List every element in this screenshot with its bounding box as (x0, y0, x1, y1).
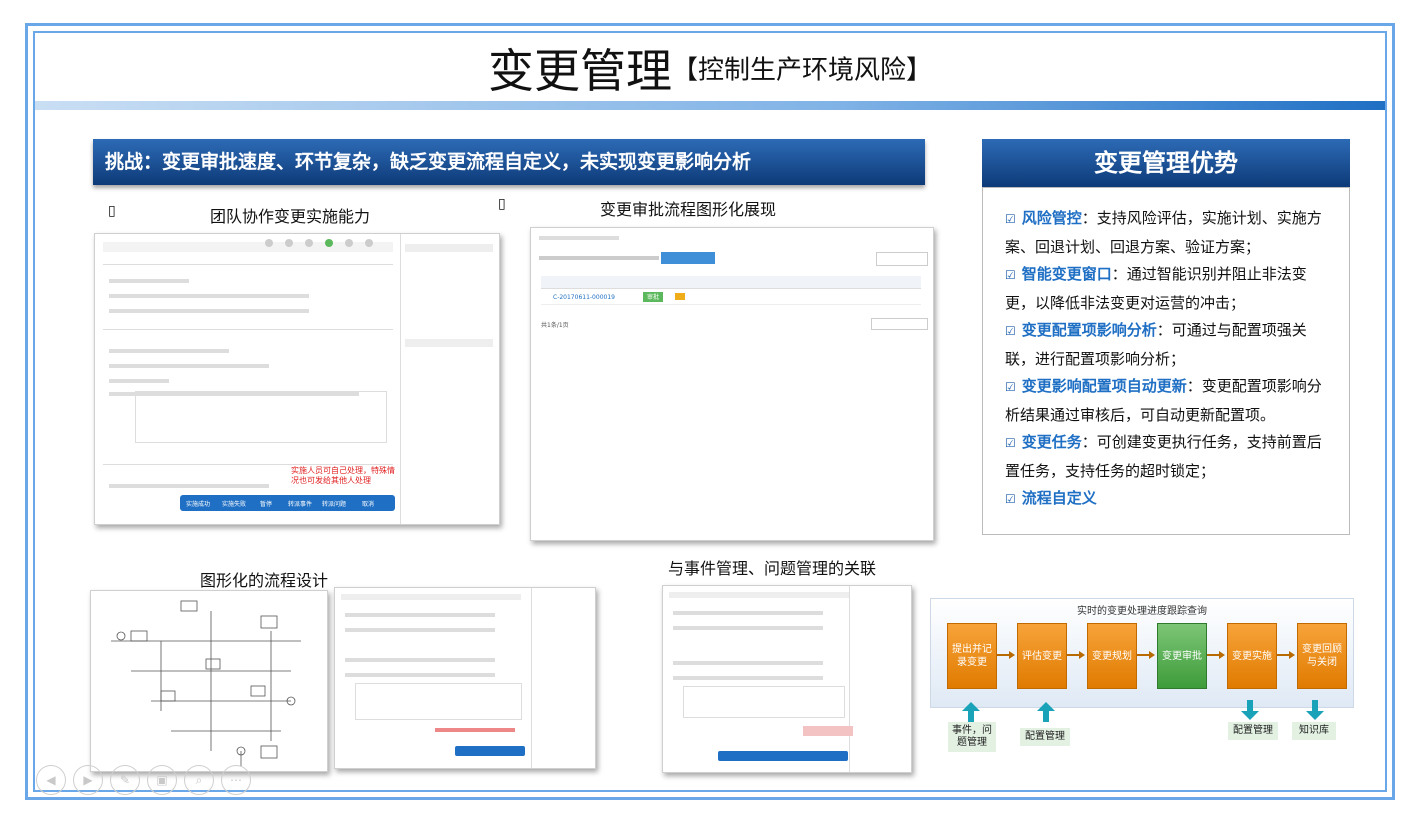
caption-relation: 与事件管理、问题管理的关联 (668, 559, 877, 578)
down-arrow-icon (1241, 700, 1259, 720)
shot1-btn-5: 转派问题 (322, 501, 347, 508)
more-icon[interactable]: ⋯ (221, 765, 251, 795)
flow-input-incident: 事件，问题管理 (948, 722, 996, 752)
flow-step-4: 变更审批 (1157, 623, 1207, 689)
shot1-annotation: 实施人员可自己处理，特殊情况也可发给其他人处理 (291, 466, 395, 485)
flow-step-5: 变更实施 (1227, 623, 1277, 689)
title-sub: 【控制生产环境风险】 (671, 55, 932, 86)
flow-output-config: 配置管理 (1228, 722, 1278, 740)
shot1-btn-1: 实施成功 (186, 501, 211, 508)
shot1-btn-4: 转派事件 (288, 501, 313, 508)
flow-output-knowledge: 知识库 (1292, 722, 1336, 740)
checkbox-icon: ☑ (1005, 324, 1016, 338)
screenshot-approval-list: C-20170611-000019 审批 共1条/1页 (530, 227, 934, 541)
screenshot-relation (662, 585, 912, 773)
challenge-banner: 挑战：变更审批速度、环节复杂，缺乏变更流程自定义，未实现变更影响分析 (93, 139, 925, 185)
up-arrow-icon (1037, 702, 1055, 722)
process-flow: 实时的变更处理进度跟踪查询 提出并记录变更 评估变更 变更规划 变更审批 变更实… (930, 598, 1354, 708)
next-icon[interactable]: ▶ (73, 765, 103, 795)
title-underline (35, 101, 1385, 110)
right-arrow-icon (1137, 651, 1155, 659)
screenshot-flow-detail (334, 587, 596, 769)
flow-design-diagram (111, 600, 301, 766)
advantage-item: ☑ 风险管控：支持风险评估，实施计划、实施方案、回退计划、回退方案、验证方案； (1005, 209, 1322, 256)
checkbox-icon: ☑ (1005, 268, 1016, 282)
slide-title: 变更管理【控制生产环境风险】 (35, 35, 1385, 105)
up-arrow-icon (962, 702, 980, 722)
advantage-item: ☑ 变更影响配置项自动更新：变更配置项影响分析结果通过审核后，可自动更新配置项。 (1005, 377, 1322, 424)
caption-team: 团队协作变更实施能力 (210, 207, 371, 226)
advantage-item: ☑ 智能变更窗口：通过智能识别并阻止非法变更，以降低非法变更对运营的冲击； (1005, 265, 1307, 312)
prev-icon[interactable]: ◀ (36, 765, 66, 795)
advantages-panel: ☑ 风险管控：支持风险评估，实施计划、实施方案、回退计划、回退方案、验证方案； ☑… (982, 187, 1350, 535)
caption-approval-flow: 变更审批流程图形化展现 (600, 200, 777, 219)
screenshot-team-collab: 实施人员可自己处理，特殊情况也可发给其他人处理 实施成功 实施失败 暂停 转派事… (94, 233, 500, 525)
shot1-btn-6: 取消 (362, 501, 375, 508)
title-main: 变更管理 (487, 44, 672, 98)
caption-bullet-1: ▯ (108, 203, 116, 219)
shot2-row-id: C-20170611-000019 (553, 294, 615, 301)
advantage-item: ☑ 变更任务：可创建变更执行任务，支持前置后置任务，支持任务的超时锁定； (1005, 433, 1322, 480)
flow-step-1: 提出并记录变更 (947, 623, 997, 689)
checkbox-icon: ☑ (1005, 436, 1016, 450)
shot1-btn-3: 暂停 (260, 501, 273, 508)
flow-step-6: 变更回顾与关闭 (1297, 623, 1347, 689)
checkbox-icon: ☑ (1005, 380, 1016, 394)
flow-step-2: 评估变更 (1017, 623, 1067, 689)
shot2-row-action: 审批 (643, 292, 663, 302)
screenshot-flow-design (90, 590, 328, 772)
right-arrow-icon (1277, 651, 1295, 659)
flow-step-3: 变更规划 (1087, 623, 1137, 689)
pen-icon[interactable]: ✎ (110, 765, 140, 795)
right-arrow-icon (1067, 651, 1085, 659)
down-arrow-icon (1306, 700, 1324, 720)
right-arrow-icon (997, 651, 1015, 659)
flow-input-config: 配置管理 (1020, 728, 1070, 746)
process-flow-title: 实时的变更处理进度跟踪查询 (1077, 606, 1207, 617)
shot2-pager: 共1条/1页 (541, 322, 569, 329)
zoom-icon[interactable]: ⌕ (184, 765, 214, 795)
advantages-header: 变更管理优势 (982, 139, 1350, 187)
advantage-item: ☑ 变更配置项影响分析：可通过与配置项强关联，进行配置项影响分析； (1005, 321, 1307, 368)
screen-icon[interactable]: ▣ (147, 765, 177, 795)
right-arrow-icon (1207, 651, 1225, 659)
caption-bullet-2: ▯ (498, 196, 506, 212)
advantage-item: ☑ 流程自定义 (1005, 489, 1097, 507)
shot1-btn-2: 实施失败 (222, 501, 247, 508)
checkbox-icon: ☑ (1005, 212, 1016, 226)
caption-flow-design: 图形化的流程设计 (200, 571, 329, 590)
checkbox-icon: ☑ (1005, 492, 1016, 506)
